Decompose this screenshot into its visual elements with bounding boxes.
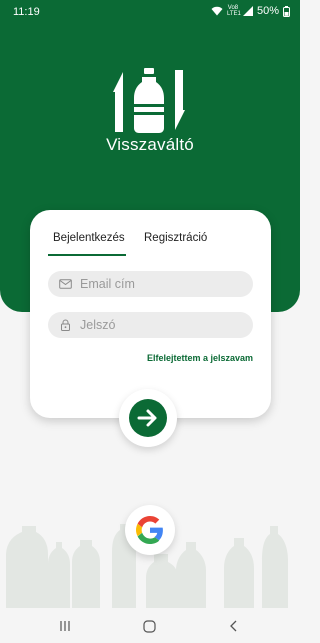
tab-login[interactable]: Bejelentkezés <box>53 232 125 244</box>
active-tab-indicator <box>48 254 126 256</box>
battery-percent: 50% <box>256 5 279 17</box>
login-card: Bejelentkezés Regisztráció Elfelejtettem… <box>30 210 271 418</box>
login-submit-button[interactable] <box>119 389 177 447</box>
email-field[interactable] <box>48 271 253 297</box>
email-input[interactable] <box>80 271 245 297</box>
arrow-right-icon <box>137 409 157 427</box>
password-input[interactable] <box>80 312 245 338</box>
recents-button[interactable] <box>57 618 73 634</box>
mail-icon <box>59 279 72 289</box>
status-bar: 11:19 Vo8 LTE1 50% <box>0 0 300 24</box>
status-icons: Vo8 LTE1 50% <box>211 5 290 17</box>
back-icon <box>230 620 237 632</box>
forgot-password-link[interactable]: Elfelejtettem a jelszavam <box>147 353 253 363</box>
recents-icon <box>60 621 70 631</box>
home-icon <box>142 619 156 633</box>
home-button[interactable] <box>141 618 157 634</box>
submit-button-inner <box>129 399 167 437</box>
password-field[interactable] <box>48 312 253 338</box>
wifi-icon <box>211 6 223 16</box>
app-title: Visszaváltó <box>106 135 194 154</box>
tab-register[interactable]: Regisztráció <box>144 232 207 244</box>
system-nav-bar <box>0 608 300 643</box>
network-type: Vo8 LTE1 <box>226 5 241 17</box>
battery-icon <box>283 5 290 17</box>
signal-icon <box>242 6 253 16</box>
back-button[interactable] <box>226 618 242 634</box>
google-signin-button[interactable] <box>125 505 175 555</box>
status-time: 11:19 <box>13 6 40 18</box>
lock-icon <box>61 319 70 331</box>
bottle-exchange-logo-icon <box>113 68 185 133</box>
google-icon <box>136 516 163 544</box>
